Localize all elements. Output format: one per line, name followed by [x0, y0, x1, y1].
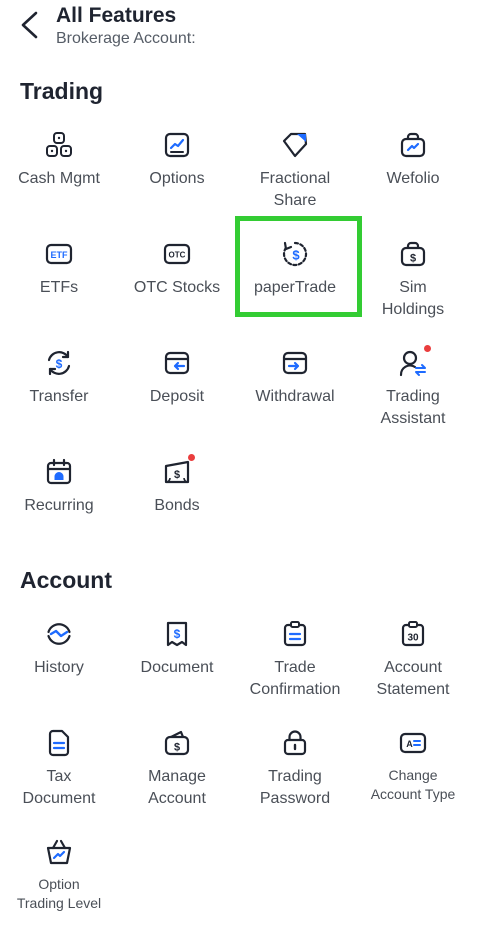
feature-withdrawal[interactable]: Withdrawal [236, 336, 354, 445]
feature-deposit[interactable]: Deposit [118, 336, 236, 445]
svg-text:$: $ [292, 248, 300, 263]
svg-text:$: $ [174, 627, 181, 641]
feature-tax-document[interactable]: Tax Document [0, 716, 118, 825]
bonds-icon: $ [162, 454, 195, 487]
trading-section-title: Trading [20, 78, 104, 104]
id-card-icon: A [398, 728, 428, 758]
feature-wefolio[interactable]: Wefolio [354, 118, 472, 227]
account-grid: History $ Document Trade Confirmation 30… [0, 607, 495, 933]
options-chart-icon [162, 130, 192, 160]
svg-text:$: $ [174, 742, 180, 754]
feature-label: Account Statement [376, 659, 450, 698]
feature-manage-account[interactable]: $ Manage Account [118, 716, 236, 825]
svg-text:30: 30 [407, 633, 419, 644]
feature-account-statement[interactable]: 30 Account Statement [354, 607, 472, 716]
feature-trading-assistant[interactable]: Trading Assistant [354, 336, 472, 445]
trading-grid: Cash Mgmt Options Fractional Share Wefol… [0, 118, 495, 554]
feature-label: Trading Password [259, 768, 331, 807]
feature-option-trading-level[interactable]: Option Trading Level [0, 825, 118, 933]
svg-text:$: $ [410, 253, 416, 265]
feature-label: Tax Document [22, 768, 96, 807]
feature-label: Cash Mgmt [18, 170, 100, 187]
feature-label: Bonds [154, 497, 200, 514]
feature-otc-stocks[interactable]: OTC OTC Stocks [118, 227, 236, 336]
document-dollar-icon: $ [162, 619, 192, 649]
page-subtitle: Brokerage Account: [56, 30, 196, 47]
feature-label: Option Trading Level [16, 876, 102, 911]
lock-icon [280, 728, 310, 758]
sim-holdings-icon: $ [398, 239, 428, 269]
feature-sim-holdings[interactable]: $ Sim Holdings [354, 227, 472, 336]
feature-label: Recurring [24, 497, 94, 514]
trade-confirmation-icon [280, 619, 310, 649]
option-level-basket-icon [44, 837, 74, 867]
svg-text:A: A [406, 739, 413, 749]
feature-bonds[interactable]: $ Bonds [118, 445, 236, 554]
manage-account-icon: $ [162, 728, 192, 758]
recurring-calendar-icon [44, 457, 74, 487]
account-statement-icon: 30 [398, 619, 428, 649]
otc-icon: OTC [162, 239, 192, 269]
feature-label: Manage Account [148, 768, 206, 807]
coins-icon [44, 130, 74, 160]
feature-label: Options [149, 170, 205, 187]
back-arrow-icon[interactable] [14, 8, 48, 42]
feature-options[interactable]: Options [118, 118, 236, 227]
account-section-title: Account [20, 567, 112, 593]
wefolio-bag-icon [398, 130, 428, 160]
feature-fractional-share[interactable]: Fractional Share [236, 118, 354, 227]
feature-etfs[interactable]: ETF ETFs [0, 227, 118, 336]
trading-assistant-icon [398, 345, 431, 378]
feature-label: Trade Confirmation [249, 659, 341, 698]
feature-label: Document [140, 659, 214, 676]
notification-dot [424, 345, 431, 352]
header: All Features Brokerage Account: [0, 0, 495, 60]
fractional-share-icon [280, 130, 310, 160]
feature-label: Withdrawal [255, 388, 335, 405]
svg-text:$: $ [174, 469, 180, 481]
feature-label: Sim Holdings [381, 279, 445, 318]
svg-text:ETF: ETF [51, 250, 69, 260]
feature-paper-trade[interactable]: $ paperTrade [236, 227, 354, 336]
feature-document[interactable]: $ Document [118, 607, 236, 716]
tax-document-icon [44, 728, 74, 758]
paper-trade-icon: $ [280, 239, 310, 269]
feature-label: Change Account Type [370, 767, 456, 802]
feature-change-account-type[interactable]: A Change Account Type [354, 716, 472, 825]
notification-dot [188, 454, 195, 461]
transfer-icon: $ [44, 348, 74, 378]
svg-text:$: $ [56, 357, 63, 371]
feature-trading-password[interactable]: Trading Password [236, 716, 354, 825]
feature-label: Deposit [149, 388, 205, 405]
feature-label: OTC Stocks [133, 279, 221, 296]
feature-history[interactable]: History [0, 607, 118, 716]
feature-trade-confirmation[interactable]: Trade Confirmation [236, 607, 354, 716]
deposit-icon [162, 348, 192, 378]
feature-label: Trading Assistant [380, 388, 446, 427]
feature-recurring[interactable]: Recurring [0, 445, 118, 554]
feature-label: History [34, 659, 84, 676]
feature-label: Fractional Share [259, 170, 331, 209]
feature-cash-mgmt[interactable]: Cash Mgmt [0, 118, 118, 227]
withdrawal-icon [280, 348, 310, 378]
feature-transfer[interactable]: $ Transfer [0, 336, 118, 445]
feature-label: ETFs [39, 279, 79, 296]
history-icon [44, 619, 74, 649]
page-title: All Features [56, 4, 177, 27]
feature-label: paperTrade [253, 279, 337, 296]
svg-text:OTC: OTC [169, 251, 186, 260]
feature-label: Transfer [29, 388, 89, 405]
feature-label: Wefolio [386, 170, 440, 187]
etf-icon: ETF [44, 239, 74, 269]
